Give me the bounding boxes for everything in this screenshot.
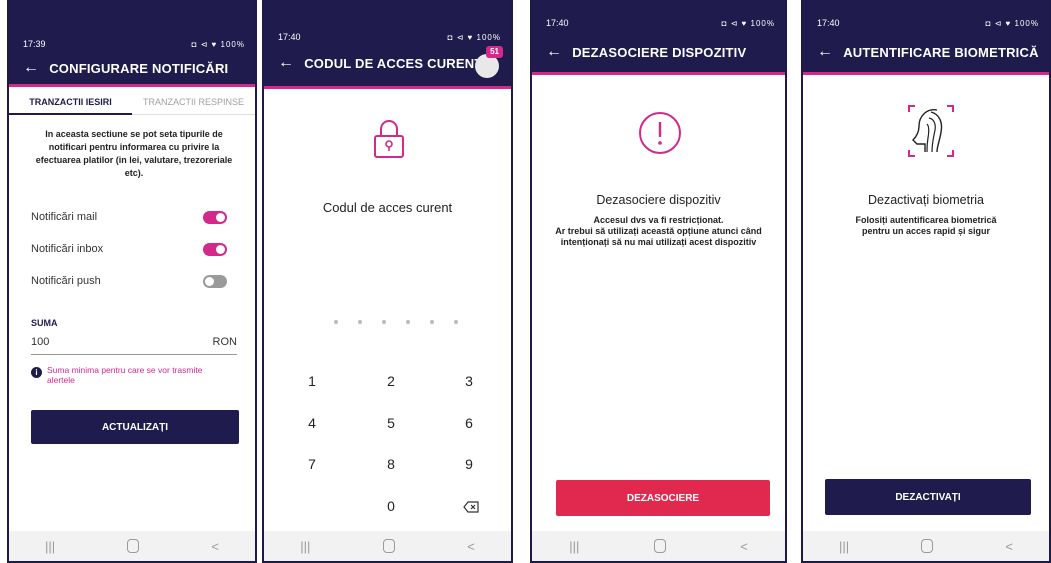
status-icons: ◘ ⊲ ♥ 100%	[447, 32, 501, 42]
system-nav-bar: ||| <	[264, 531, 511, 561]
recent-apps-icon[interactable]: |||	[45, 539, 55, 554]
update-button[interactable]: ACTUALIZAȚI	[31, 410, 239, 444]
status-icons: ◘ ⊲ ♥ 100%	[721, 18, 775, 28]
sum-input[interactable]: 100 RON	[31, 334, 237, 355]
accent-divider	[264, 86, 511, 89]
deactivate-button[interactable]: DEZACTIVAȚI	[825, 479, 1031, 515]
status-bar: 17:39 ◘ ⊲ ♥ 100%	[23, 37, 245, 51]
status-time: 17:40	[546, 18, 569, 28]
key-8[interactable]: 8	[376, 456, 406, 472]
home-icon[interactable]	[382, 539, 395, 553]
back-arrow-icon[interactable]: ←	[278, 55, 294, 71]
screen-unpair-device: 17:40 ◘ ⊲ ♥ 100% ← DEZASOCIERE DISPOZITI…	[530, 0, 787, 563]
home-icon[interactable]	[127, 539, 140, 553]
tab-tranzactii-iesiri[interactable]: TRANZACTII IESIRI	[9, 90, 132, 115]
toggle-label-push: Notificări push	[31, 275, 101, 287]
page-title: AUTENTIFICARE BIOMETRICĂ	[843, 44, 1039, 60]
back-nav-icon[interactable]: <	[211, 539, 219, 554]
face-id-icon	[908, 105, 954, 157]
heading: Dezasociere dispozitiv	[596, 193, 721, 207]
back-arrow-icon[interactable]: ←	[546, 44, 562, 60]
system-nav-bar: ||| <	[9, 531, 255, 561]
title-bar: ← CONFIGURARE NOTIFICĂRI	[23, 60, 245, 76]
key-4[interactable]: 4	[297, 415, 327, 431]
toggle-push[interactable]	[203, 275, 227, 288]
screen-notification-settings: 17:39 ◘ ⊲ ♥ 100% ← CONFIGURARE NOTIFICĂR…	[7, 0, 257, 563]
app-header: 17:40 ◘ ⊲ ♥ 100% ← AUTENTIFICARE BIOMETR…	[803, 0, 1049, 72]
sum-label: SUMA	[31, 318, 58, 328]
status-bar: 17:40 ◘ ⊲ ♥ 100%	[817, 16, 1039, 30]
page-title: CODUL DE ACCES CURENT	[304, 55, 483, 71]
page-title: CONFIGURARE NOTIFICĂRI	[49, 60, 229, 76]
warning-icon	[639, 112, 681, 154]
back-nav-icon[interactable]: <	[1005, 539, 1013, 554]
page-title: DEZASOCIERE DISPOZITIV	[572, 44, 747, 60]
info-icon: i	[31, 367, 42, 378]
body-text: Accesul dvs va fi restricționat. Ar treb…	[555, 215, 762, 247]
lock-icon	[374, 120, 404, 158]
home-icon[interactable]	[653, 539, 666, 553]
key-0[interactable]: 0	[376, 498, 406, 514]
system-nav-bar: ||| <	[803, 531, 1049, 561]
currency-label: RON	[212, 336, 237, 348]
key-2[interactable]: 2	[376, 373, 406, 389]
status-icons: ◘ ⊲ ♥ 100%	[985, 18, 1039, 28]
key-6[interactable]: 6	[454, 415, 484, 431]
recent-apps-icon[interactable]: |||	[839, 539, 849, 554]
title-bar: ← DEZASOCIERE DISPOZITIV	[546, 44, 775, 60]
status-time: 17:39	[23, 39, 46, 49]
title-bar: ← AUTENTIFICARE BIOMETRICĂ	[817, 44, 1039, 60]
app-header: 17:39 ◘ ⊲ ♥ 100% ← CONFIGURARE NOTIFICĂR…	[9, 0, 255, 84]
status-time: 17:40	[278, 32, 301, 42]
toggle-inbox[interactable]	[203, 243, 227, 256]
notification-badge: 51	[486, 46, 503, 58]
unpair-button[interactable]: DEZASOCIERE	[556, 480, 770, 516]
status-icons: ◘ ⊲ ♥ 100%	[191, 39, 245, 49]
tab-tranzactii-respinse[interactable]: TRANZACTII RESPINSE	[132, 90, 255, 115]
back-nav-icon[interactable]: <	[740, 539, 748, 554]
info-text: Suma minima pentru care se vor trasmite …	[47, 365, 203, 385]
key-9[interactable]: 9	[454, 456, 484, 472]
back-nav-icon[interactable]: <	[467, 539, 475, 554]
recent-apps-icon[interactable]: |||	[300, 539, 310, 554]
key-3[interactable]: 3	[454, 373, 484, 389]
app-header: 17:40 ◘ ⊲ ♥ 100% ← DEZASOCIERE DISPOZITI…	[532, 0, 785, 72]
intro-text: In aceasta sectiune se pot seta tipurile…	[35, 129, 233, 178]
screen-access-code: 17:40 ◘ ⊲ ♥ 100% ← CODUL DE ACCES CURENT…	[262, 0, 513, 563]
title-bar: ← CODUL DE ACCES CURENT	[278, 55, 501, 71]
back-arrow-icon[interactable]: ←	[817, 44, 833, 60]
status-bar: 17:40 ◘ ⊲ ♥ 100%	[546, 16, 775, 30]
backspace-icon[interactable]	[463, 501, 479, 513]
access-code-prompt: Codul de acces curent	[322, 200, 453, 215]
toggle-mail[interactable]	[203, 211, 227, 224]
home-icon[interactable]	[921, 539, 934, 553]
system-nav-bar: ||| <	[532, 531, 785, 561]
tabs: TRANZACTII IESIRI TRANZACTII RESPINSE	[9, 90, 255, 115]
heading: Dezactivați biometria	[867, 193, 984, 207]
accent-divider	[9, 84, 255, 87]
accent-divider	[532, 72, 785, 75]
back-arrow-icon[interactable]: ←	[23, 60, 39, 76]
key-7[interactable]: 7	[297, 456, 327, 472]
screen-biometric-auth: 17:40 ◘ ⊲ ♥ 100% ← AUTENTIFICARE BIOMETR…	[801, 0, 1051, 563]
key-5[interactable]: 5	[376, 415, 406, 431]
toggle-label-mail: Notificări mail	[31, 211, 98, 223]
key-1[interactable]: 1	[297, 373, 327, 389]
status-time: 17:40	[817, 18, 840, 28]
status-bar: 17:40 ◘ ⊲ ♥ 100%	[278, 30, 501, 44]
recent-apps-icon[interactable]: |||	[569, 539, 579, 554]
toggle-label-inbox: Notificări inbox	[31, 243, 104, 255]
sum-value: 100	[31, 336, 50, 348]
app-header: 17:40 ◘ ⊲ ♥ 100% ← CODUL DE ACCES CURENT…	[264, 0, 511, 86]
accent-divider	[803, 72, 1049, 75]
body-text: Folosiți autentificarea biometrică pentr…	[855, 215, 997, 236]
